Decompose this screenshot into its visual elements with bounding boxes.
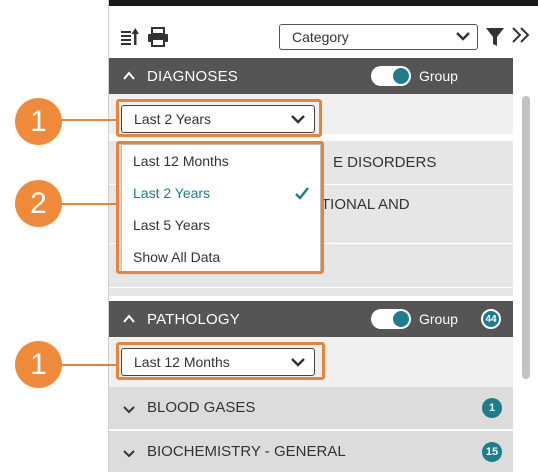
- row-label: BLOOD GASES: [147, 399, 256, 416]
- sort-export-icon[interactable]: [119, 26, 141, 48]
- diagnoses-row-partial[interactable]: E DISORDERS: [333, 154, 436, 171]
- category-select[interactable]: Category: [279, 24, 478, 50]
- toolbar: Category: [109, 6, 538, 61]
- pathology-header[interactable]: PATHOLOGY Group 44: [109, 301, 513, 337]
- chevron-down-icon: [122, 447, 136, 465]
- chevron-down-icon: [455, 28, 471, 47]
- callout-highlight-3: [116, 342, 325, 380]
- pathology-row-blood-gases[interactable]: BLOOD GASES 1: [109, 387, 513, 429]
- row-count-badge: 1: [482, 398, 502, 418]
- callout-highlight-1: [116, 99, 322, 137]
- row-divider: [109, 287, 513, 288]
- row-label: BIOCHEMISTRY - GENERAL: [147, 443, 346, 460]
- pathology-group-label: Group: [419, 311, 458, 327]
- filter-icon[interactable]: [485, 27, 505, 52]
- pathology-row-biochemistry-general[interactable]: BIOCHEMISTRY - GENERAL 15: [109, 431, 513, 472]
- callout-connector: [60, 203, 118, 205]
- callout-marker-2: 2: [15, 180, 62, 227]
- callout-marker-1: 1: [15, 341, 62, 388]
- chevron-up-icon[interactable]: [122, 69, 136, 88]
- pathology-group-toggle[interactable]: [371, 309, 411, 329]
- callout-connector: [60, 119, 118, 121]
- pathology-title: PATHOLOGY: [147, 311, 240, 328]
- callout-marker-1: 1: [15, 98, 62, 145]
- stage: Category DIAGNOSES Group Last 2 Years E …: [0, 0, 538, 472]
- category-select-value: Category: [292, 29, 349, 45]
- diagnoses-group-toggle[interactable]: [371, 66, 411, 86]
- diagnoses-header[interactable]: DIAGNOSES Group: [109, 58, 513, 94]
- toggle-knob: [393, 311, 409, 327]
- toggle-knob: [393, 68, 409, 84]
- callout-connector: [60, 364, 118, 366]
- chevron-up-icon[interactable]: [122, 312, 136, 331]
- callout-highlight-2: [116, 141, 324, 274]
- chevron-down-icon: [122, 403, 136, 421]
- double-chevron-right-icon[interactable]: [511, 22, 531, 54]
- scrollbar-thumb[interactable]: [522, 96, 530, 379]
- row-count-badge: 15: [482, 442, 502, 462]
- diagnoses-group-label: Group: [419, 68, 458, 84]
- diagnoses-title: DIAGNOSES: [147, 68, 238, 85]
- diagnoses-row-partial[interactable]: TIONAL AND: [321, 196, 410, 213]
- pathology-count-badge: 44: [481, 309, 501, 329]
- print-icon[interactable]: [147, 26, 169, 48]
